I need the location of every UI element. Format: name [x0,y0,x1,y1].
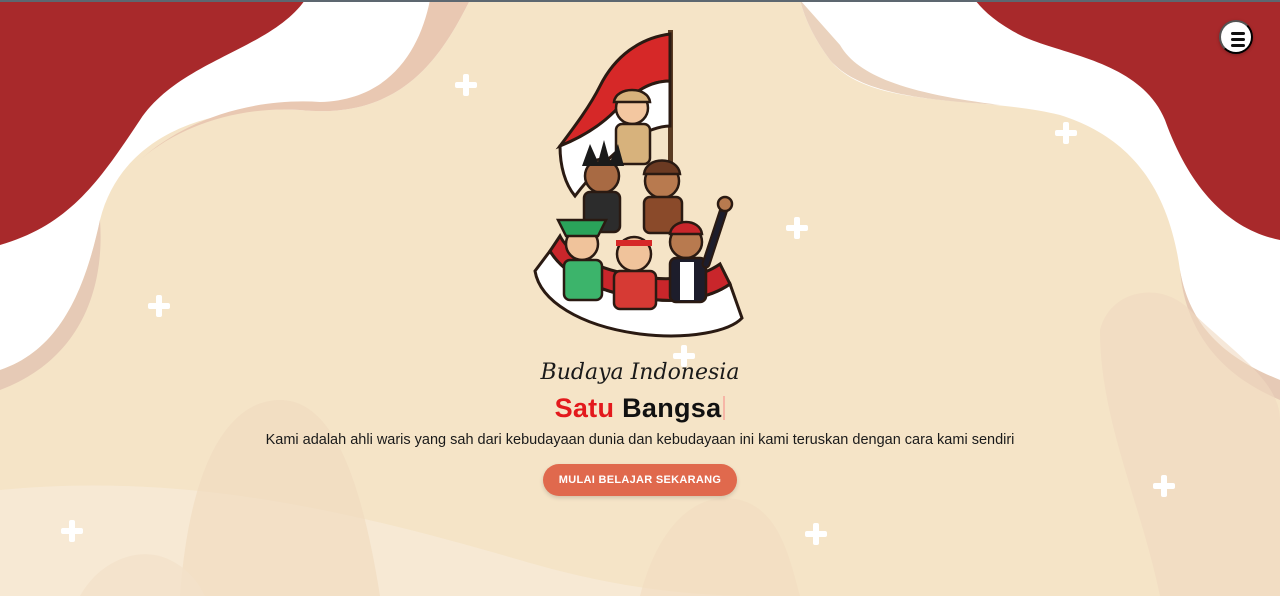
plus-sparkle-icon [61,520,83,542]
hamburger-menu-button[interactable] [1219,20,1253,54]
plus-sparkle-icon [1055,122,1077,144]
plus-sparkle-icon [786,217,808,239]
hamburger-line [1231,44,1245,47]
top-border [0,0,1280,2]
hero-tagline: Kami adalah ahli waris yang sah dari keb… [265,432,1015,448]
indonesian-culture-group-illustration [533,30,744,338]
plus-sparkle-icon [1153,475,1175,497]
hamburger-menu-icon [1231,32,1245,35]
brand-title: Budaya Indonesia [540,360,740,385]
typing-caret [723,396,726,420]
headline-word-red: Satu [554,393,615,423]
hamburger-line [1231,38,1245,41]
hero-headline: Satu Bangsa [0,393,1280,424]
start-learning-button[interactable]: MULAI BELAJAR SEKARANG [543,464,737,496]
headline-word-black: Bangsa [622,393,722,423]
plus-sparkle-icon [148,295,170,317]
plus-sparkle-icon [805,523,827,545]
plus-sparkle-icon [455,74,477,96]
